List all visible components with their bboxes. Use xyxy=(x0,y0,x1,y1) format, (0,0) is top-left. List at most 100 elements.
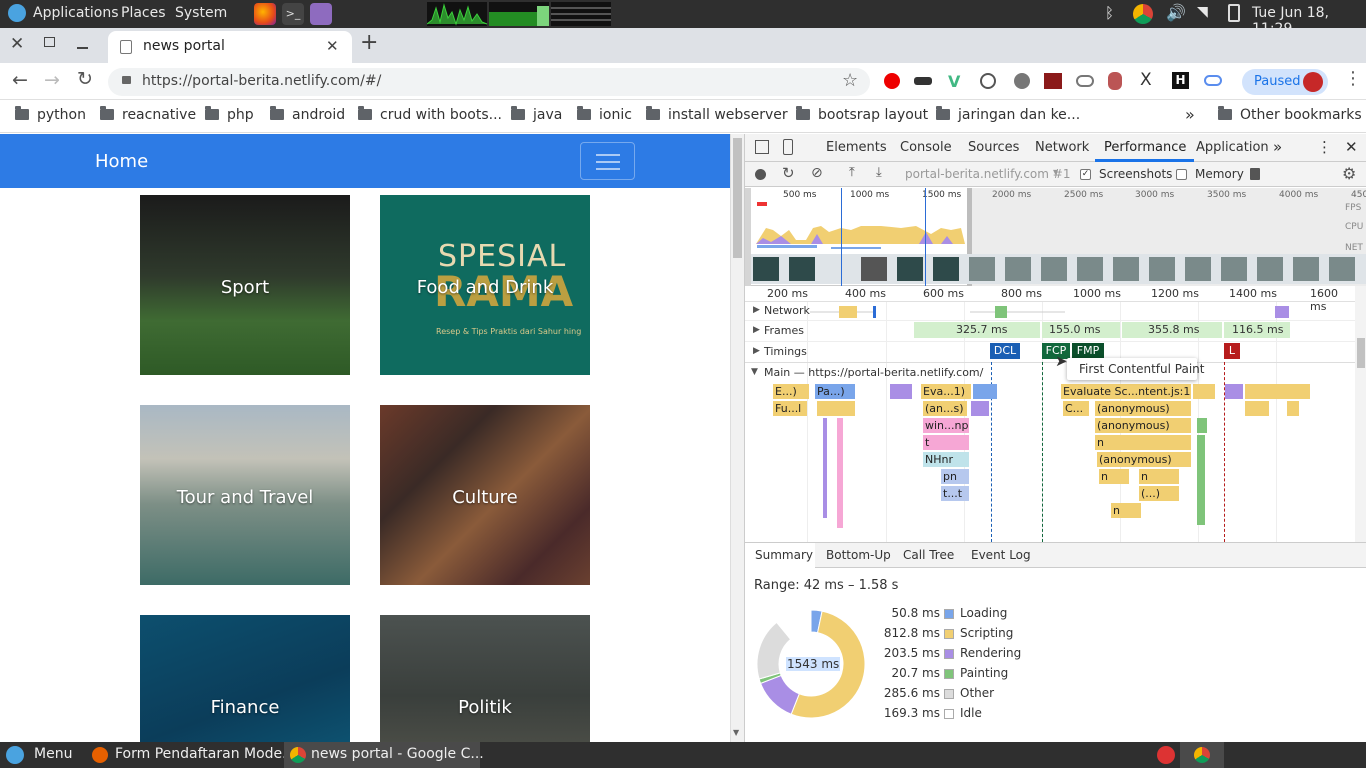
lock-icon[interactable] xyxy=(122,76,131,84)
nav-home-link[interactable]: Home xyxy=(95,151,148,172)
flame-block[interactable]: (...) xyxy=(1139,486,1179,501)
tab-application[interactable]: Application xyxy=(1196,140,1269,155)
flame-block[interactable] xyxy=(971,401,989,416)
back-icon[interactable]: ← xyxy=(12,69,28,91)
fmp-marker[interactable]: FMP xyxy=(1072,343,1104,359)
forward-icon[interactable]: → xyxy=(44,69,60,91)
taskbar-window-chrome[interactable]: news portal - Google C... xyxy=(284,742,484,768)
adblock-icon[interactable] xyxy=(884,73,900,89)
flame-block[interactable] xyxy=(837,418,843,528)
h-extension-icon[interactable]: H xyxy=(1172,72,1189,89)
flame-block[interactable]: t...t xyxy=(941,486,969,501)
trash-icon[interactable] xyxy=(1250,168,1260,180)
category-card-tour[interactable]: Tour and Travel xyxy=(140,405,350,585)
screenshots-strip[interactable] xyxy=(751,254,1366,284)
clear-icon[interactable]: ⊘ xyxy=(811,165,823,181)
category-card-culture[interactable]: Culture xyxy=(380,405,590,585)
extension-wave-icon[interactable] xyxy=(1076,75,1094,87)
recording-select[interactable]: portal-berita.netlify.com #1 xyxy=(905,167,1070,181)
flame-block[interactable]: Fu...l xyxy=(773,401,807,416)
bookmark-reacnative[interactable]: reacnative xyxy=(100,106,196,123)
flame-block[interactable] xyxy=(1197,435,1205,525)
flame-block[interactable] xyxy=(1197,418,1207,433)
scrollbar-thumb[interactable] xyxy=(733,138,742,258)
flame-block[interactable]: pn xyxy=(941,469,969,484)
flame-block[interactable] xyxy=(1193,384,1215,399)
flame-block[interactable]: win...np xyxy=(923,418,969,433)
extension-box-icon[interactable] xyxy=(1044,73,1062,89)
bug-extension-icon[interactable] xyxy=(1108,72,1122,90)
flame-block[interactable] xyxy=(1225,384,1243,399)
flame-block[interactable]: NHnr xyxy=(923,452,969,467)
timeline-overview[interactable]: 500 ms 1000 ms 1500 ms 2000 ms 2500 ms 3… xyxy=(745,188,1366,286)
places-menu[interactable]: Places xyxy=(121,5,166,21)
tab-news-portal[interactable]: news portal ✕ xyxy=(108,31,352,63)
other-bookmarks[interactable]: Other bookmarks xyxy=(1218,106,1362,123)
reload-profile-icon[interactable]: ↻ xyxy=(782,164,795,182)
flame-block[interactable]: n xyxy=(1095,435,1191,450)
tab-console[interactable]: Console xyxy=(900,140,952,155)
network-track-label[interactable]: Network xyxy=(764,304,810,317)
memory-checkbox[interactable] xyxy=(1176,169,1187,180)
scroll-down-icon[interactable]: ▼ xyxy=(733,728,739,737)
x-extension-icon[interactable]: X xyxy=(1140,70,1152,90)
bookmark-ionic[interactable]: ionic xyxy=(577,106,632,123)
bookmark-python[interactable]: python xyxy=(15,106,86,123)
timings-track-label[interactable]: Timings xyxy=(764,345,807,358)
firefox-icon[interactable] xyxy=(254,3,276,25)
bookmark-crud[interactable]: crud with boots... xyxy=(358,106,502,123)
tab-performance[interactable]: Performance xyxy=(1104,140,1186,155)
mint-logo-icon[interactable] xyxy=(8,4,26,22)
extension-gear-icon[interactable] xyxy=(1014,73,1030,89)
category-card-politik[interactable]: Politik xyxy=(380,615,590,742)
taskbar-window-firefox[interactable]: Form Pendaftaran Mode... xyxy=(86,742,296,768)
flame-block[interactable]: n xyxy=(1139,469,1179,484)
tab-network[interactable]: Network xyxy=(1035,140,1089,155)
category-card-food[interactable]: SPESIAL RAMA Resep & Tips Praktis dari S… xyxy=(380,195,590,375)
dcl-marker[interactable]: DCL xyxy=(990,343,1020,359)
chrome-menu-icon[interactable]: ⋮ xyxy=(1344,68,1362,89)
address-bar[interactable]: https://portal-berita.netlify.com/#/ ☆ xyxy=(108,68,870,96)
expand-arrow-icon[interactable]: ▶ xyxy=(753,305,760,315)
flame-block[interactable] xyxy=(1245,384,1310,399)
new-tab-icon[interactable]: + xyxy=(360,30,378,55)
main-track-label[interactable]: Main — https://portal-berita.netlify.com… xyxy=(764,366,983,379)
window-restore-icon[interactable] xyxy=(44,37,55,47)
terminal-icon[interactable]: >_ xyxy=(282,3,304,25)
flame-block[interactable]: (anonymous) xyxy=(1095,401,1191,416)
category-card-sport[interactable]: Sport xyxy=(140,195,350,375)
bookmark-star-icon[interactable]: ☆ xyxy=(842,70,858,91)
flame-block[interactable]: n xyxy=(1111,503,1141,518)
tab-event-log[interactable]: Event Log xyxy=(971,548,1031,562)
navbar-toggler-button[interactable] xyxy=(580,142,635,180)
frame-bar[interactable]: 325.7 ms xyxy=(914,322,1040,338)
collapse-arrow-icon[interactable]: ▼ xyxy=(751,367,758,377)
cloud-extension-icon[interactable] xyxy=(1204,75,1222,86)
frame-bar[interactable]: 116.5 ms xyxy=(1224,322,1290,338)
bookmark-php[interactable]: php xyxy=(205,106,254,123)
frames-track-label[interactable]: Frames xyxy=(764,324,804,337)
load-marker[interactable]: L xyxy=(1224,343,1240,359)
flame-block[interactable] xyxy=(973,384,997,399)
bookmark-android[interactable]: android xyxy=(270,106,345,123)
chrome-tray-icon[interactable] xyxy=(1133,4,1153,24)
flame-block[interactable] xyxy=(1245,401,1269,416)
tab-close-icon[interactable]: ✕ xyxy=(326,37,339,55)
menu-logo-icon[interactable] xyxy=(6,746,24,764)
extension-circle-icon[interactable] xyxy=(980,73,996,89)
flame-block[interactable]: C... xyxy=(1063,401,1089,416)
flame-chart[interactable]: ▶ Network ▶ Frames 325.7 ms 155.0 ms 355… xyxy=(745,302,1355,542)
flame-block[interactable]: n xyxy=(1099,469,1129,484)
expand-arrow-icon[interactable]: ▶ xyxy=(753,325,760,335)
chevron-down-icon[interactable]: ▾ xyxy=(1053,167,1058,178)
tab-sources[interactable]: Sources xyxy=(968,140,1019,155)
load-profile-icon[interactable]: ⤒ xyxy=(849,165,855,180)
flame-block[interactable] xyxy=(890,384,912,399)
save-profile-icon[interactable]: ⤓ xyxy=(876,165,882,180)
frame-bar[interactable]: 155.0 ms xyxy=(1042,322,1120,338)
device-toolbar-icon[interactable] xyxy=(783,139,793,155)
tray-app-icon[interactable] xyxy=(1157,746,1175,764)
volume-icon[interactable]: 🔊 xyxy=(1166,3,1186,22)
devtools-close-icon[interactable]: ✕ xyxy=(1345,138,1358,156)
url-text[interactable]: https://portal-berita.netlify.com/#/ xyxy=(142,73,381,89)
